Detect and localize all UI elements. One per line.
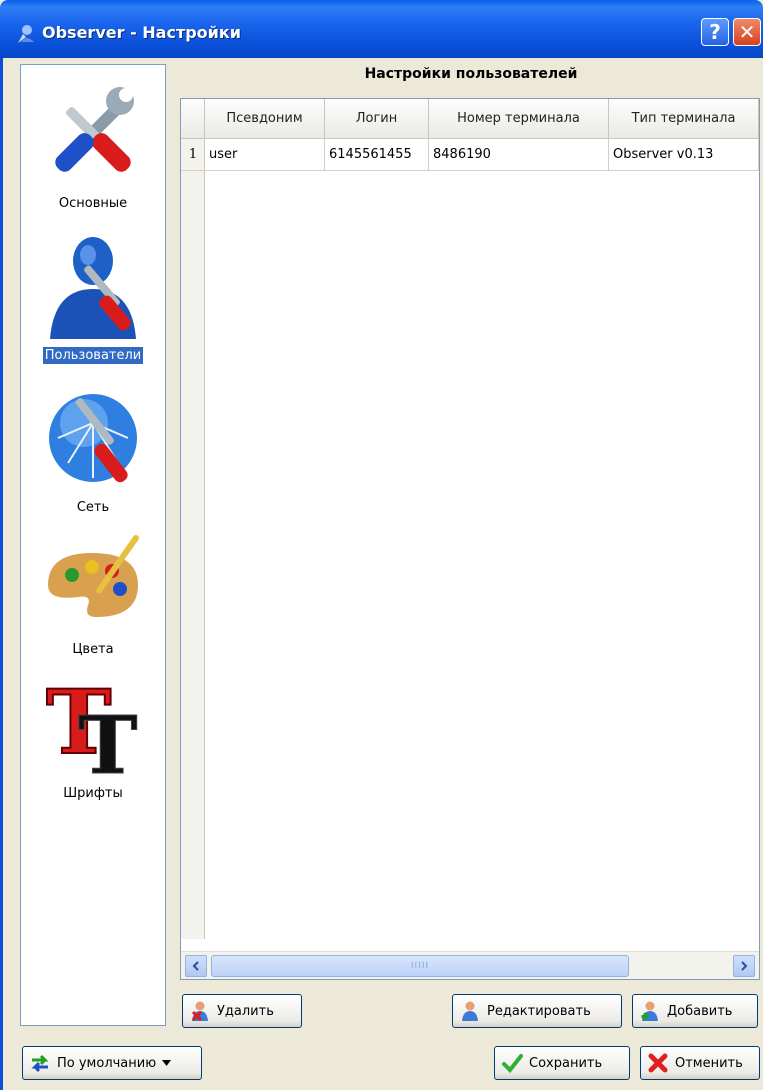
fonts-icon: T T (45, 669, 138, 793)
column-header-terminal-number[interactable]: Номер терминала (429, 99, 609, 139)
save-button[interactable]: Сохранить (494, 1046, 630, 1080)
swap-arrows-icon (31, 1054, 49, 1073)
table-cell-login[interactable]: 6145561455 (325, 139, 429, 171)
cancel-label: Отменить (675, 1055, 743, 1071)
table-cell-nickname[interactable]: user (205, 139, 325, 171)
sidebar-item-label: Пользователи (41, 346, 145, 365)
column-header-login[interactable]: Логин (325, 99, 429, 139)
tools-icon (55, 87, 134, 172)
users-section-title: Настройки пользователей (364, 66, 578, 82)
observer-app-icon (18, 25, 34, 43)
title-bar: Observer - Настройки ? ✕ (0, 0, 763, 58)
table-corner[interactable] (181, 99, 205, 139)
cancel-button[interactable]: Отменить (640, 1046, 760, 1080)
row-header-column (181, 139, 205, 939)
add-user-button[interactable]: Добавить (632, 994, 758, 1028)
add-user-icon (641, 1001, 658, 1021)
user-icon (50, 237, 136, 339)
sidebar-item-network[interactable]: Сеть (21, 383, 165, 516)
chevron-down-icon (162, 1060, 172, 1066)
scroll-thumb[interactable]: IIIII (211, 955, 629, 977)
save-label: Сохранить (529, 1055, 603, 1071)
sidebar-item-label: Цвета (72, 642, 114, 657)
window-title: Observer - Настройки (42, 23, 241, 42)
sidebar-item-fonts[interactable]: T T Шрифты (21, 669, 165, 802)
delete-label: Удалить (217, 1003, 274, 1019)
scroll-left-arrow[interactable] (185, 955, 207, 977)
svg-text:T: T (78, 698, 138, 779)
delete-user-button[interactable]: Удалить (182, 994, 302, 1028)
table-cell-terminal-type[interactable]: Observer v0.13 (609, 139, 759, 171)
sidebar-item-label: Основные (58, 196, 128, 211)
scroll-grip: IIIII (410, 961, 430, 971)
users-table: Псевдоним Логин Номер терминала Тип терм… (180, 98, 760, 980)
chevron-right-icon (741, 961, 748, 971)
cancel-x-icon (648, 1053, 668, 1073)
close-icon: ✕ (738, 20, 756, 44)
edit-user-icon (462, 1001, 478, 1021)
add-label: Добавить (667, 1003, 733, 1019)
table-cell-terminal-number[interactable]: 8486190 (429, 139, 609, 171)
chevron-left-icon (192, 961, 199, 971)
delete-user-icon (191, 1001, 208, 1022)
sidebar-item-label: Сеть (76, 500, 110, 515)
scroll-right-arrow[interactable] (733, 955, 755, 977)
palette-icon (48, 534, 139, 617)
edit-user-button[interactable]: Редактировать (452, 994, 622, 1028)
row-number[interactable]: 1 (181, 139, 205, 171)
network-globe-icon (49, 394, 137, 483)
close-button[interactable]: ✕ (733, 18, 761, 46)
defaults-dropdown-button[interactable]: По умолчанию (22, 1046, 202, 1080)
settings-sidebar: Основные Пользователи Сеть Цвета T T Шри… (20, 64, 166, 1026)
column-header-nickname[interactable]: Псевдоним (205, 99, 325, 139)
column-header-terminal-type[interactable]: Тип терминала (609, 99, 759, 139)
sidebar-item-colors[interactable]: Цвета (21, 525, 165, 658)
defaults-label: По умолчанию (57, 1055, 157, 1071)
horizontal-scrollbar[interactable]: IIIII (181, 951, 759, 979)
sidebar-item-general[interactable]: Основные (21, 79, 165, 212)
checkmark-icon (502, 1054, 523, 1074)
sidebar-item-label: Шрифты (63, 786, 123, 801)
help-icon: ? (709, 20, 721, 44)
edit-label: Редактировать (487, 1003, 591, 1019)
sidebar-item-users[interactable]: Пользователи (21, 231, 165, 365)
help-button[interactable]: ? (701, 18, 729, 46)
